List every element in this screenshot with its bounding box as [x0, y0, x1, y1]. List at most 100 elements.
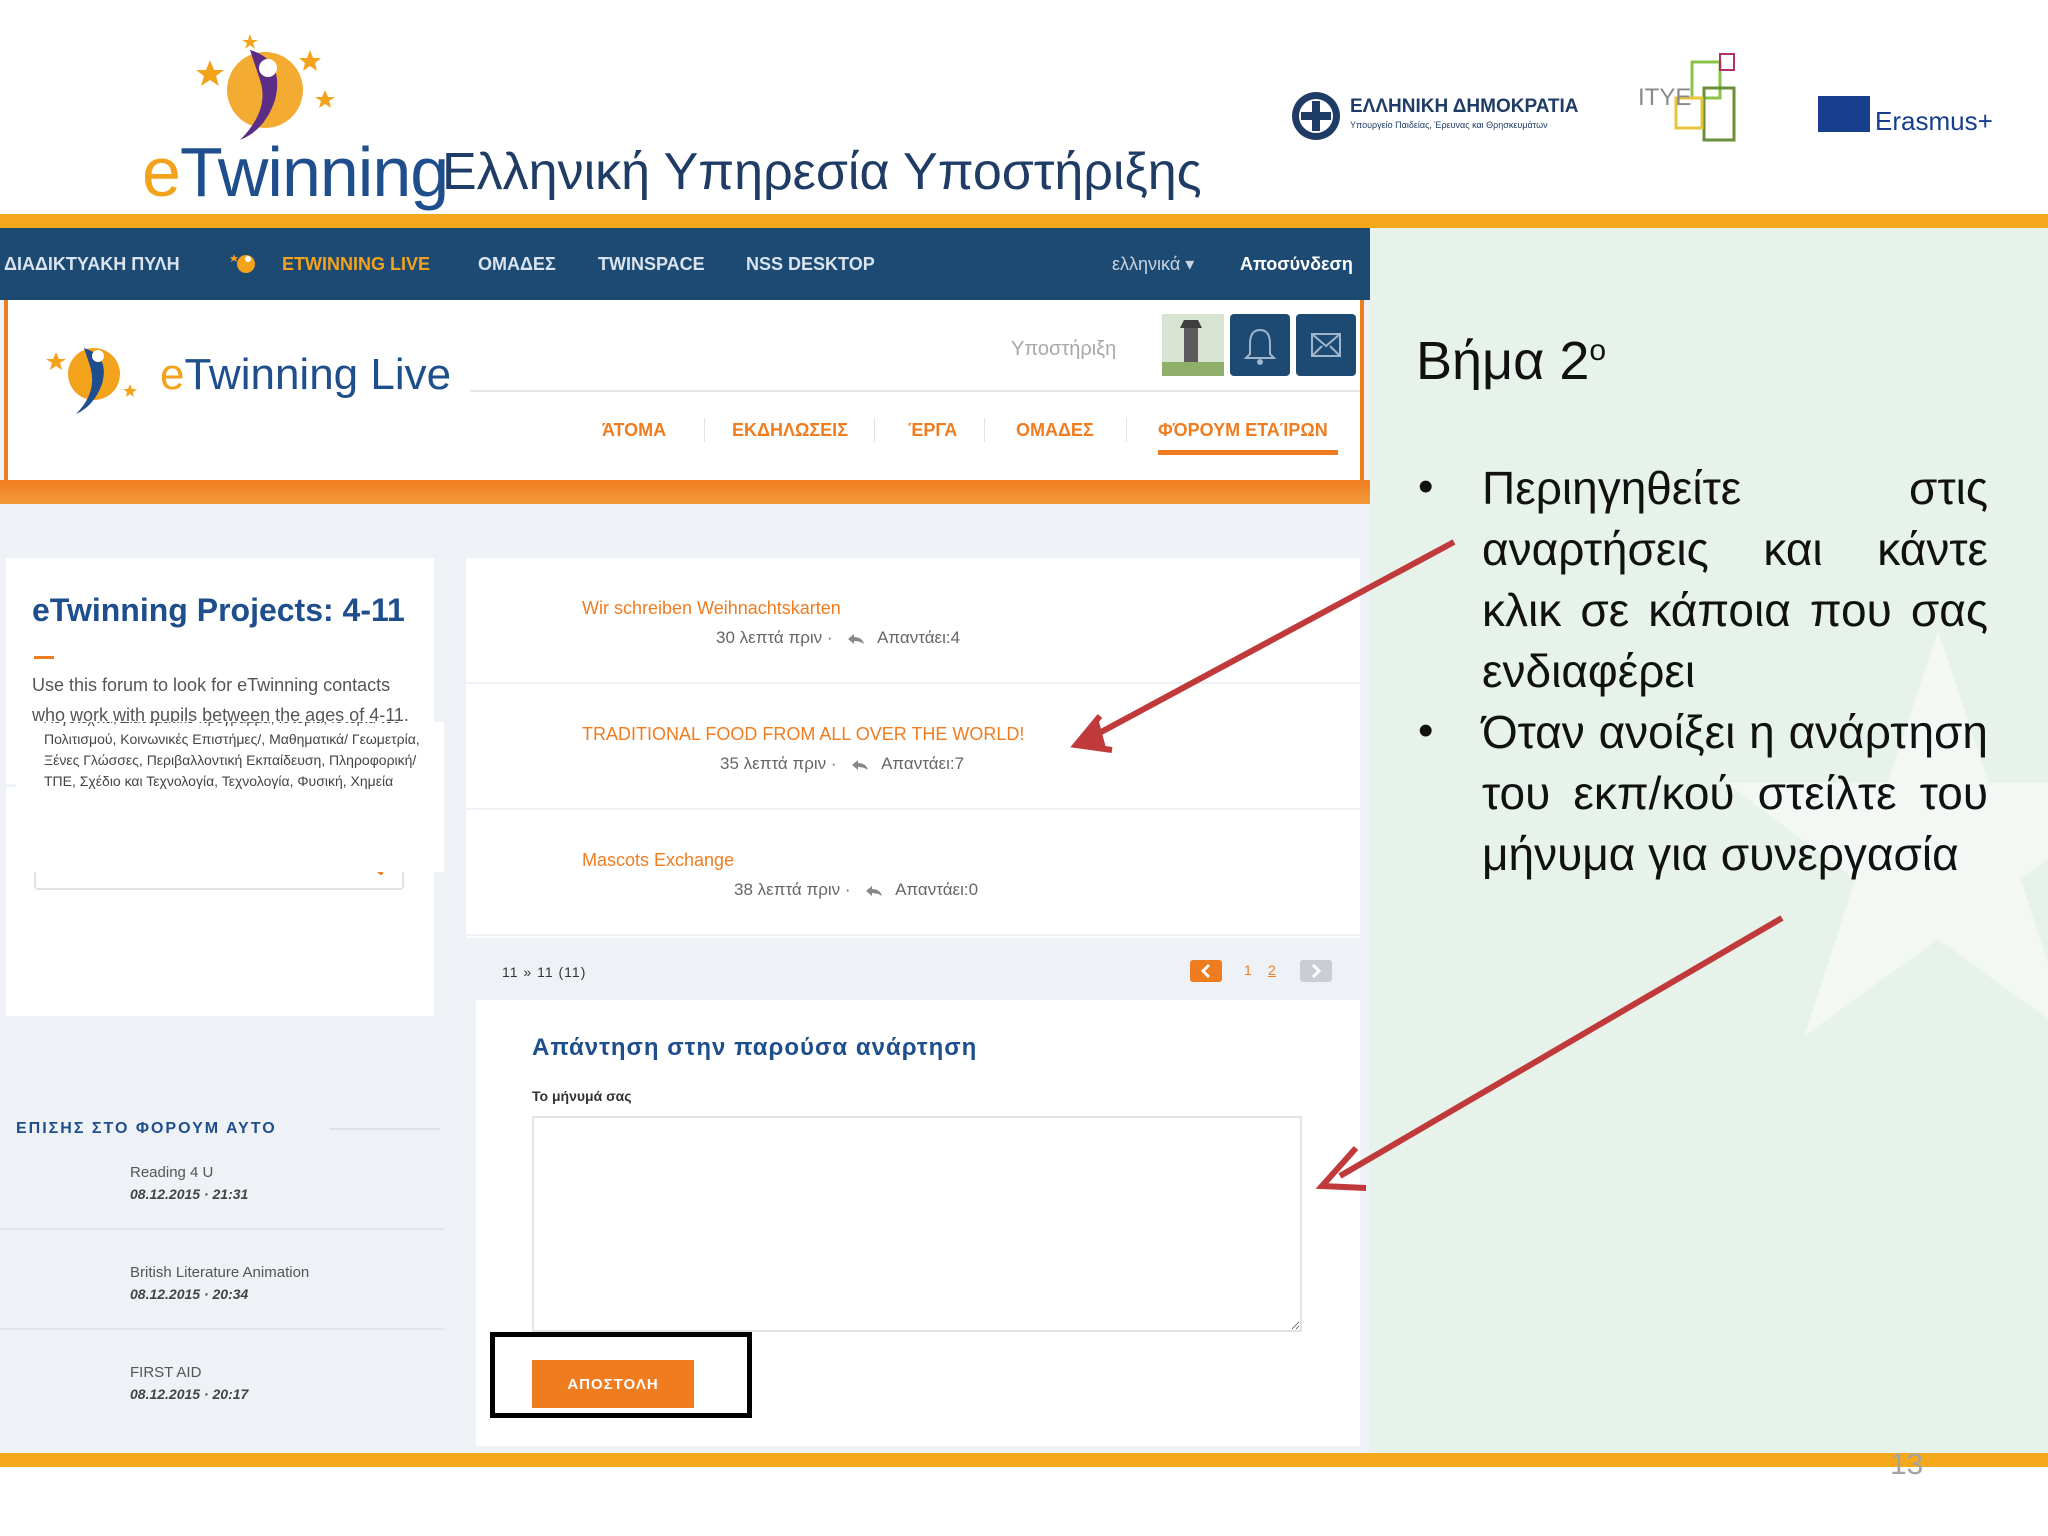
hellenic-republic-text: ΕΛΛΗΝΙΚΗ ΔΗΜΟΚΡΑΤΙΑ	[1350, 96, 1579, 117]
live-header: eTwinning Live Υποστήριξη ΆΤΟΜΑ ΕΚΔΗΛΩΣΕ…	[4, 300, 1364, 480]
bullet-icon: •	[1418, 706, 1434, 755]
logo-letter-e: e	[160, 350, 185, 399]
etwinning-logo-text: eTwinning	[142, 133, 449, 211]
erasmus-logo-text: Erasmus+	[1875, 106, 1993, 136]
instruction-bullet-1: Περιηγηθείτε στις αναρτήσεις και κάντε κ…	[1482, 462, 1988, 697]
nav-nss-desktop[interactable]: NSS DESKTOP	[746, 254, 875, 275]
prev-page-button[interactable]	[1190, 960, 1222, 982]
logo-letter-e: e	[142, 133, 181, 211]
heading-rule	[330, 1128, 440, 1130]
chevron-right-icon	[1311, 963, 1322, 979]
chevron-left-icon	[1200, 963, 1211, 979]
tab-projects[interactable]: ΈΡΓΑ	[908, 420, 957, 441]
tab-separator	[1126, 418, 1127, 442]
post-time: 30 λεπτά πριν	[716, 628, 823, 647]
slide: eTwinning Ελληνική Υπηρεσία Υποστήριξης …	[0, 0, 2048, 1536]
list-divider	[0, 1328, 444, 1330]
tab-separator	[704, 418, 705, 442]
language-selector[interactable]: ελληνικά ▾	[1112, 254, 1194, 275]
post-row[interactable]: TRADITIONAL FOOD FROM ALL OVER THE WORLD…	[466, 684, 1360, 810]
post-replies: Απαντάει:4	[877, 628, 961, 647]
bullet-icon: •	[1418, 462, 1434, 511]
header-orange-band	[0, 480, 1370, 504]
tab-partner-forums[interactable]: ΦΌΡΟΥΜ ΕΤΑΊΡΩΝ	[1158, 420, 1328, 441]
eu-flag-icon	[1818, 96, 1870, 132]
etwinning-screenshot: ΔΙΑΔΙΚΤΥΑΚΗ ΠΥΛΗ ETWINNING LIVE ΟΜΑΔΕΣ T…	[0, 228, 1370, 1453]
forum-tags: Λογοτεχνία, Διαθεματικό πρόγραμμα, Ιστορ…	[44, 722, 420, 789]
post-time: 35 λεπτά πριν	[720, 754, 827, 773]
forum-posts-list: Wir schreiben Weihnachtskarten 30 λεπτά …	[466, 558, 1360, 938]
related-post-title[interactable]: Reading 4 U	[130, 1164, 213, 1181]
ite-logo-text: ΙΤΥΕ	[1638, 84, 1692, 111]
also-in-forum-heading: ΕΠΙΣΗΣ ΣΤΟ ΦΟΡΟΥΜ ΑΥΤΟ	[16, 1120, 277, 1137]
list-divider	[0, 1228, 444, 1230]
post-time: 38 λεπτά πριν	[734, 880, 841, 899]
message-textarea[interactable]	[532, 1116, 1302, 1332]
reply-icon	[866, 885, 883, 896]
tab-separator	[984, 418, 985, 442]
related-post-meta: 08.12.2015 · 21:31	[130, 1186, 249, 1202]
post-meta: 38 λεπτά πριν · Απαντάει:0	[734, 880, 978, 900]
bell-icon	[1243, 328, 1277, 365]
avatar-image-icon	[1162, 314, 1224, 376]
bottom-accent-line	[0, 1453, 2048, 1467]
hellenic-republic-emblem-icon	[1292, 92, 1340, 140]
forum-description: Use this forum to look for eTwinning con…	[32, 675, 409, 725]
nav-etwinning-live[interactable]: ETWINNING LIVE	[282, 254, 430, 275]
reply-icon	[848, 633, 865, 644]
tab-groups[interactable]: ΟΜΑΔΕΣ	[1016, 420, 1094, 441]
post-replies: Απαντάει:7	[881, 754, 965, 773]
separator-dot: ·	[830, 754, 842, 773]
related-post-meta: 08.12.2015 · 20:17	[130, 1386, 249, 1402]
post-replies: Απαντάει:0	[895, 880, 979, 899]
messages-button[interactable]	[1296, 314, 1356, 376]
nav-portal[interactable]: ΔΙΑΔΙΚΤΥΑΚΗ ΠΥΛΗ	[4, 254, 180, 275]
slide-org-title: Ελληνική Υπηρεσία Υποστήριξης	[442, 143, 1202, 201]
post-title[interactable]: Mascots Exchange	[582, 850, 734, 871]
related-post-title[interactable]: British Literature Animation	[130, 1264, 309, 1281]
slide-page-number: 13	[1890, 1448, 1924, 1481]
step-title: Βήμα 2ο	[1416, 330, 1606, 392]
page-link-1[interactable]: 1	[1244, 962, 1252, 978]
forum-tags-card: Λογοτεχνία, Διαθεματικό πρόγραμμα, Ιστορ…	[16, 722, 444, 872]
post-meta: 35 λεπτά πριν · Απαντάει:7	[720, 754, 964, 774]
active-tab-indicator	[1158, 450, 1338, 455]
separator-dot: ·	[844, 880, 856, 899]
etwinning-live-logo-icon	[46, 348, 137, 414]
forum-title: eTwinning Projects: 4-11	[32, 592, 405, 628]
top-accent-line	[0, 214, 2048, 228]
tab-events[interactable]: ΕΚΔΗΛΩΣΕΙΣ	[732, 420, 848, 441]
title-accent-dash	[34, 656, 54, 659]
header-divider	[470, 390, 1360, 392]
reply-icon	[852, 759, 869, 770]
next-page-button[interactable]	[1300, 960, 1332, 982]
reply-title: Απάντηση στην παρούσα ανάρτηση	[532, 1034, 978, 1061]
send-button-highlight-box	[490, 1332, 752, 1418]
top-navigation-bar: ΔΙΑΔΙΚΤΥΑΚΗ ΠΥΛΗ ETWINNING LIVE ΟΜΑΔΕΣ T…	[0, 228, 1370, 300]
message-label: Το μήνυμά σας	[532, 1088, 632, 1104]
tab-separator	[874, 418, 875, 442]
notifications-button[interactable]	[1230, 314, 1290, 376]
post-title[interactable]: Wir schreiben Weihnachtskarten	[582, 598, 841, 619]
ministry-text: Υπουργείο Παιδείας, Έρευνας και Θρησκευμ…	[1350, 120, 1548, 130]
post-title[interactable]: TRADITIONAL FOOD FROM ALL OVER THE WORLD…	[582, 724, 1024, 745]
tab-people[interactable]: ΆΤΟΜΑ	[602, 420, 666, 441]
page-link-2[interactable]: 2	[1268, 962, 1276, 978]
related-post-meta: 08.12.2015 · 20:34	[130, 1286, 249, 1302]
post-row[interactable]: Wir schreiben Weihnachtskarten 30 λεπτά …	[466, 558, 1360, 684]
etwinning-live-logo-text: eTwinning Live	[160, 350, 452, 399]
step-title-superscript: ο	[1589, 334, 1607, 367]
pagination-summary: 11 » 11 (11)	[502, 964, 587, 980]
support-link[interactable]: Υποστήριξη	[1011, 338, 1116, 361]
nav-twinspace[interactable]: TWINSPACE	[598, 254, 705, 275]
post-row[interactable]: Mascots Exchange 38 λεπτά πριν · Απαντάε…	[466, 810, 1360, 936]
separator-dot: ·	[826, 628, 838, 647]
instruction-bullet-2: Όταν ανοίξει η ανάρτηση του εκπ/κού στεί…	[1482, 706, 1988, 880]
logout-link[interactable]: Αποσύνδεση	[1240, 254, 1353, 275]
related-post-title[interactable]: FIRST AID	[130, 1364, 201, 1381]
mail-icon	[1311, 333, 1341, 357]
post-meta: 30 λεπτά πριν · Απαντάει:4	[716, 628, 960, 648]
etwinning-live-icon	[230, 254, 255, 273]
nav-groups[interactable]: ΟΜΑΔΕΣ	[478, 254, 556, 275]
user-avatar[interactable]	[1162, 314, 1224, 376]
